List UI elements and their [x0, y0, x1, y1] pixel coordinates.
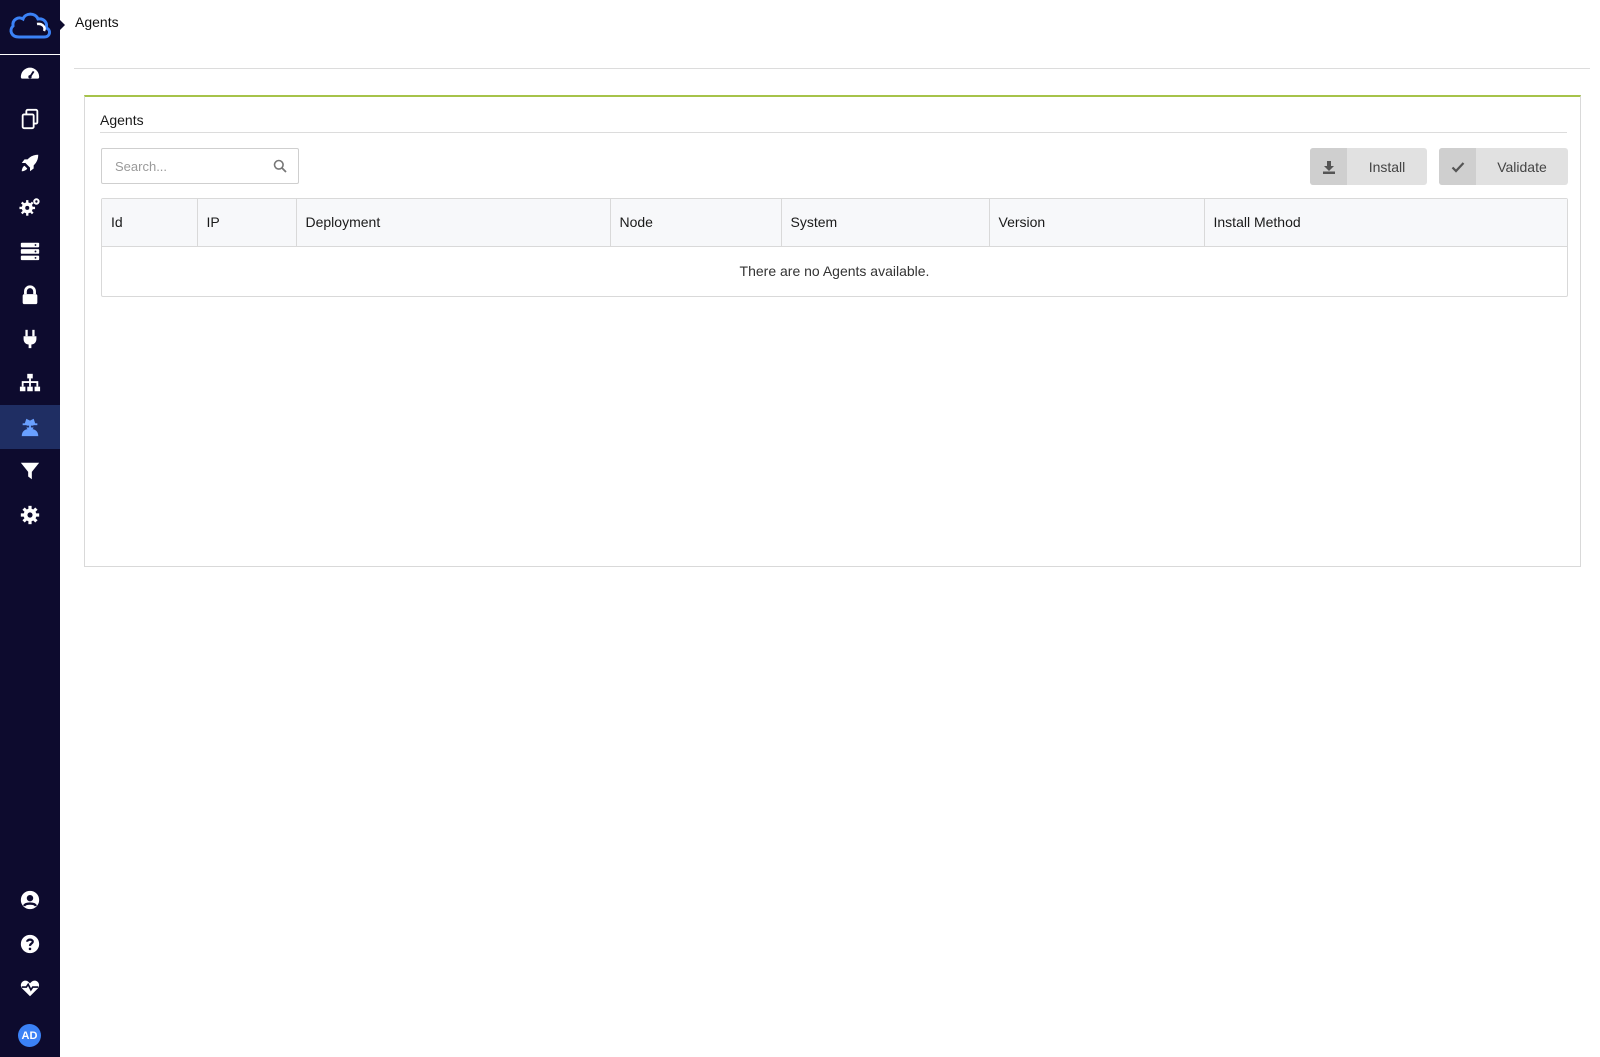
heartbeat-icon	[20, 980, 40, 997]
sidebar-item-services[interactable]	[0, 185, 60, 229]
check-icon	[1439, 148, 1476, 185]
sidebar: AD	[0, 0, 60, 1057]
column-header-node[interactable]: Node	[610, 199, 782, 247]
panel-title: Agents	[100, 112, 144, 128]
lock-icon	[22, 285, 38, 305]
install-label: Install	[1368, 158, 1406, 175]
sidebar-item-deployments[interactable]	[0, 141, 60, 185]
validate-label: Validate	[1497, 158, 1547, 175]
table-header-row: Id IP Deployment Node System Version Ins…	[102, 199, 1567, 247]
column-header-install-method[interactable]: Install Method	[1204, 199, 1567, 247]
speedometer-icon	[20, 67, 40, 79]
filter-icon	[20, 462, 40, 480]
sitemap-icon	[19, 373, 41, 392]
download-icon	[1310, 148, 1347, 185]
install-button[interactable]: Install	[1310, 148, 1427, 185]
question-circle-icon	[20, 934, 40, 954]
server-icon	[20, 242, 40, 261]
sidebar-item-agents[interactable]	[0, 405, 60, 449]
sidebar-item-dashboard[interactable]	[0, 53, 60, 97]
sidebar-item-topology[interactable]	[0, 361, 60, 405]
user-secret-icon	[21, 418, 39, 437]
sidebar-item-documents[interactable]	[0, 97, 60, 141]
rocket-icon	[21, 154, 39, 172]
panel-divider	[100, 132, 1567, 133]
search-input[interactable]	[115, 158, 275, 174]
column-header-ip[interactable]: IP	[197, 199, 297, 247]
sidebar-item-servers[interactable]	[0, 229, 60, 273]
gear-icon	[20, 505, 40, 525]
avatar[interactable]: AD	[18, 1024, 41, 1047]
column-header-deployment[interactable]: Deployment	[296, 199, 611, 247]
cloud-logo-icon	[9, 12, 51, 39]
sidebar-item-help[interactable]	[0, 922, 60, 966]
breadcrumb-arrow	[59, 19, 65, 31]
search-box	[101, 148, 299, 184]
search-icon[interactable]	[273, 159, 287, 178]
sidebar-item-settings[interactable]	[0, 493, 60, 537]
sidebar-item-health[interactable]	[0, 966, 60, 1010]
gears-icon	[19, 198, 40, 216]
header-divider	[74, 68, 1590, 69]
table-row: There are no Agents available.	[102, 246, 1567, 296]
column-header-id[interactable]: Id	[102, 199, 198, 247]
column-header-version[interactable]: Version	[989, 199, 1205, 247]
plug-icon	[23, 329, 37, 349]
sidebar-item-security[interactable]	[0, 273, 60, 317]
sidebar-item-account[interactable]	[0, 878, 60, 922]
app-logo[interactable]	[0, 0, 60, 55]
sidebar-item-filters[interactable]	[0, 449, 60, 493]
copy-icon	[21, 108, 39, 130]
validate-button[interactable]: Validate	[1439, 148, 1568, 185]
user-circle-icon	[20, 890, 40, 910]
page-title: Agents	[75, 14, 119, 30]
empty-message: There are no Agents available.	[739, 263, 930, 280]
column-header-system[interactable]: System	[781, 199, 990, 247]
agents-panel: Agents Install Validate	[84, 95, 1581, 567]
agents-table: Id IP Deployment Node System Version Ins…	[101, 198, 1568, 297]
sidebar-item-plugins[interactable]	[0, 317, 60, 361]
